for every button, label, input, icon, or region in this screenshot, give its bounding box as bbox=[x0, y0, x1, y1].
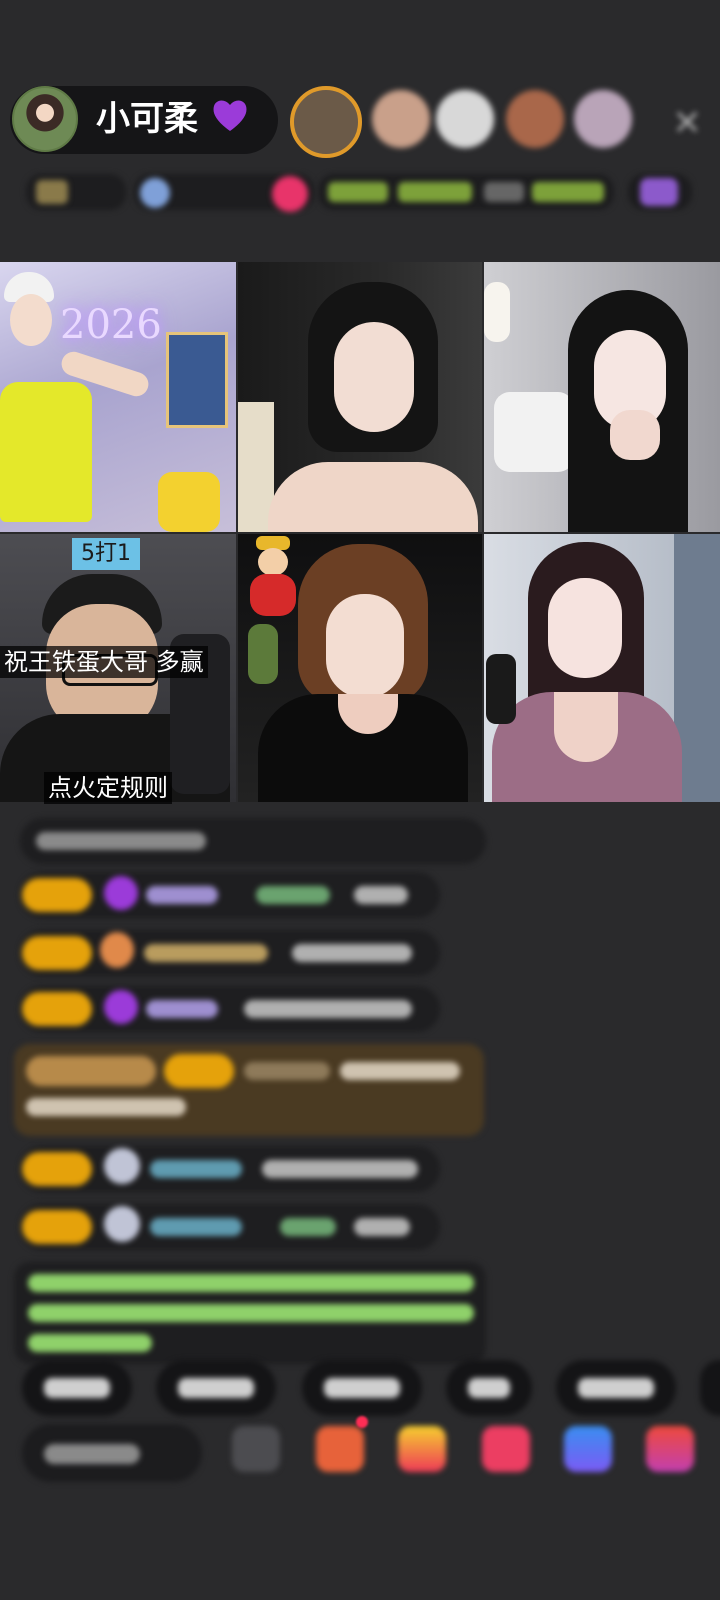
video-tile-5[interactable] bbox=[238, 534, 482, 802]
viewer-avatar-gold-frame[interactable] bbox=[290, 86, 362, 158]
viewer-avatar[interactable] bbox=[372, 90, 430, 148]
close-icon[interactable]: × bbox=[672, 102, 702, 142]
share-icon[interactable] bbox=[564, 1426, 612, 1472]
quick-action-button[interactable] bbox=[446, 1360, 532, 1416]
username bbox=[146, 886, 218, 904]
tag-chip bbox=[484, 182, 524, 202]
chat-text bbox=[26, 1098, 186, 1116]
user-avatar bbox=[100, 932, 134, 968]
camera-arm bbox=[486, 654, 516, 724]
caption-top: 祝王铁蛋大哥 多赢 bbox=[0, 646, 208, 678]
level-badge bbox=[22, 1152, 92, 1186]
tag-chip bbox=[328, 182, 388, 202]
quick-action-button[interactable] bbox=[22, 1360, 132, 1416]
chat-text bbox=[340, 1062, 460, 1080]
pk-mode-tag: 5打1 bbox=[72, 538, 140, 570]
viewer-avatar[interactable] bbox=[436, 90, 494, 148]
poster-frame bbox=[166, 332, 228, 428]
chat-text bbox=[244, 1000, 412, 1018]
chat-text bbox=[354, 1218, 410, 1236]
user-avatar bbox=[104, 1148, 140, 1184]
quick-action-button[interactable] bbox=[302, 1360, 422, 1416]
host-name: 小可柔 bbox=[96, 99, 198, 139]
level-badge bbox=[22, 878, 92, 912]
gift-icon[interactable] bbox=[398, 1426, 446, 1472]
heart-avatar bbox=[104, 990, 138, 1024]
username bbox=[144, 944, 268, 962]
notification-dot bbox=[356, 1416, 368, 1428]
fan-badge bbox=[26, 1056, 156, 1086]
plush-toy bbox=[158, 472, 220, 532]
streamer-figure bbox=[554, 290, 704, 532]
viewer-avatar[interactable] bbox=[574, 90, 632, 148]
username bbox=[256, 886, 330, 904]
chat-text bbox=[36, 832, 206, 850]
tag-chip bbox=[532, 182, 604, 202]
streamer-figure bbox=[258, 544, 468, 802]
streamer-figure bbox=[492, 542, 682, 802]
emoji-icon[interactable] bbox=[232, 1426, 280, 1472]
level-badge bbox=[22, 992, 92, 1026]
level-badge bbox=[22, 1210, 92, 1244]
video-tile-2[interactable] bbox=[238, 262, 482, 532]
notice-text bbox=[28, 1304, 474, 1322]
heat-icon bbox=[272, 176, 308, 212]
quick-action-button[interactable] bbox=[156, 1360, 276, 1416]
more-icon[interactable] bbox=[646, 1426, 694, 1472]
chat-text bbox=[262, 1160, 418, 1178]
fan-club-icon[interactable] bbox=[316, 1426, 364, 1472]
username bbox=[280, 1218, 336, 1236]
lamp bbox=[484, 282, 510, 342]
caption-bottom: 点火定规则 bbox=[44, 772, 172, 804]
username bbox=[150, 1160, 242, 1178]
chat-text bbox=[354, 886, 408, 904]
notice-text bbox=[28, 1334, 152, 1352]
streamer-figure bbox=[0, 272, 152, 532]
chat-text bbox=[292, 944, 412, 962]
tag-chip bbox=[398, 182, 472, 202]
quick-action-button[interactable] bbox=[700, 1360, 720, 1416]
username bbox=[146, 1000, 218, 1018]
purple-heart-icon bbox=[213, 100, 247, 131]
level-badge bbox=[22, 936, 92, 970]
host-avatar[interactable] bbox=[12, 86, 78, 152]
heart-icon[interactable] bbox=[482, 1426, 530, 1472]
username bbox=[150, 1218, 242, 1236]
quick-action-button[interactable] bbox=[556, 1360, 676, 1416]
username bbox=[244, 1062, 330, 1080]
gift-icon-small bbox=[640, 178, 678, 206]
streamer-figure bbox=[268, 282, 478, 532]
notice-text bbox=[28, 1274, 474, 1292]
user-avatar bbox=[104, 1206, 140, 1242]
rank-badge-icon bbox=[140, 178, 170, 208]
video-tile-3[interactable] bbox=[484, 262, 720, 532]
level-badge bbox=[164, 1054, 234, 1088]
video-tile-1[interactable]: 2026 bbox=[0, 262, 236, 532]
rank-icon bbox=[36, 180, 68, 204]
viewer-avatar[interactable] bbox=[506, 90, 564, 148]
comment-placeholder bbox=[44, 1444, 140, 1464]
video-tile-6[interactable] bbox=[484, 534, 720, 802]
heart-avatar bbox=[104, 876, 138, 910]
